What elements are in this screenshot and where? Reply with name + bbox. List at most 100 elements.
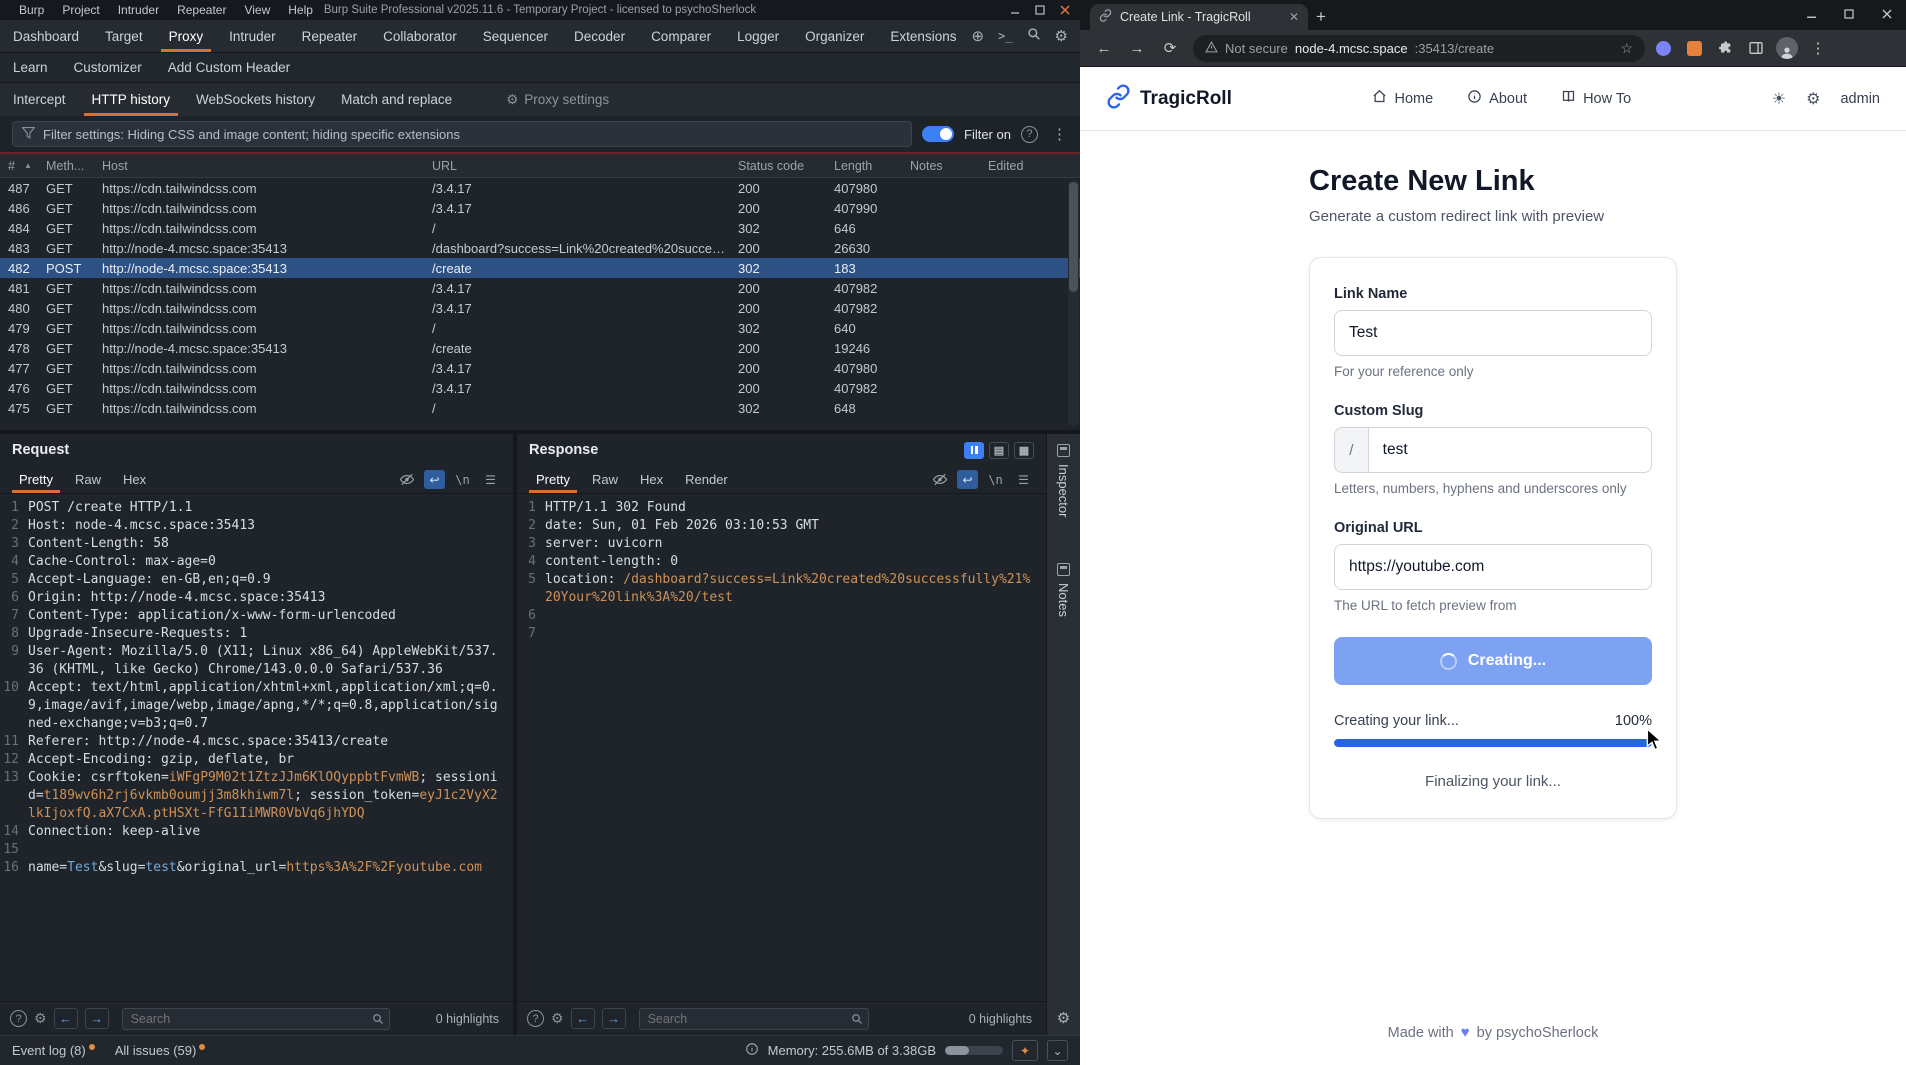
response-editor-body[interactable]: 1 HTTP/1.1 302 Found 2 date: Sun, 01 Feb 20… xyxy=(517,494,1046,1001)
proxy-tab[interactable]: Intercept xyxy=(0,83,79,116)
history-row[interactable]: 478 GET http://node-4.mcsc.space:35413 /… xyxy=(0,338,1080,358)
hide-nonprintable-icon[interactable] xyxy=(929,470,950,489)
minimize-icon[interactable] xyxy=(1010,5,1020,15)
burp-main-tab[interactable]: Decoder xyxy=(561,20,638,52)
proxy-tab[interactable]: Match and replace xyxy=(328,83,465,116)
tab-proxy-settings[interactable]: ⚙ Proxy settings xyxy=(493,83,622,116)
column-header[interactable]: Meth... xyxy=(38,159,94,173)
not-secure-label[interactable]: Not secure xyxy=(1225,41,1288,56)
column-header[interactable]: # xyxy=(0,159,38,173)
ai-button[interactable]: ✦ xyxy=(1012,1040,1038,1061)
request-search-input[interactable] xyxy=(121,1007,390,1030)
burp-secondary-tab[interactable]: Add Custom Header xyxy=(155,53,303,82)
burp-main-tab[interactable]: Intruder xyxy=(216,20,289,52)
search-settings-icon[interactable]: ⚙ xyxy=(34,1010,47,1027)
nav-home[interactable]: Home xyxy=(1372,89,1433,108)
editor-tab[interactable]: Raw xyxy=(581,466,629,493)
minimize-icon[interactable] xyxy=(1792,0,1830,28)
menu-item[interactable]: View xyxy=(235,3,279,17)
history-row[interactable]: 483 GET http://node-4.mcsc.space:35413 /… xyxy=(0,238,1080,258)
browser-menu-icon[interactable]: ⋮ xyxy=(1805,35,1831,61)
back-button[interactable]: ← xyxy=(1090,34,1118,62)
editor-menu-icon[interactable]: ☰ xyxy=(1013,470,1034,489)
side-panel-icon[interactable] xyxy=(1743,35,1769,61)
menu-item[interactable]: Help xyxy=(279,3,322,17)
tab-close-icon[interactable]: ✕ xyxy=(1289,10,1299,24)
link-name-input[interactable] xyxy=(1334,310,1652,356)
column-header[interactable]: URL xyxy=(424,159,730,173)
editor-menu-icon[interactable]: ☰ xyxy=(480,470,501,489)
tab-notes[interactable]: Notes xyxy=(1056,583,1071,617)
newline-icon[interactable]: \n xyxy=(985,470,1006,489)
history-row[interactable]: 477 GET https://cdn.tailwindcss.com /3.4… xyxy=(0,358,1080,378)
all-issues-button[interactable]: All issues (59) xyxy=(115,1043,206,1058)
editor-tab[interactable]: Pretty xyxy=(8,466,64,493)
filter-toggle[interactable] xyxy=(922,126,954,142)
globe-icon[interactable]: ⊕ xyxy=(972,27,985,45)
history-row[interactable]: 487 GET https://cdn.tailwindcss.com /3.4… xyxy=(0,178,1080,198)
close-icon[interactable] xyxy=(1060,5,1070,15)
nav-howto[interactable]: How To xyxy=(1561,89,1631,108)
help-icon[interactable]: ? xyxy=(1020,125,1038,143)
panel-gear-icon[interactable]: ⚙ xyxy=(1057,1009,1070,1027)
history-row[interactable]: 481 GET https://cdn.tailwindcss.com /3.4… xyxy=(0,278,1080,298)
filter-settings-box[interactable]: Filter settings: Hiding CSS and image co… xyxy=(12,121,912,147)
layout-horizontal-icon[interactable]: ▤ xyxy=(989,441,1009,459)
terminal-icon[interactable]: >_ xyxy=(998,29,1012,43)
table-scrollbar[interactable] xyxy=(1068,180,1079,426)
pause-updates-button[interactable] xyxy=(964,441,984,459)
burp-main-tab[interactable]: Comparer xyxy=(638,20,724,52)
burp-main-tab[interactable]: Repeater xyxy=(289,20,371,52)
hide-nonprintable-icon[interactable] xyxy=(396,470,417,489)
column-header[interactable]: Length xyxy=(826,159,902,173)
next-match-button[interactable]: → xyxy=(601,1008,626,1029)
column-header[interactable]: Host xyxy=(94,159,424,173)
create-link-button[interactable]: Creating... xyxy=(1334,637,1652,685)
history-row[interactable]: 475 GET https://cdn.tailwindcss.com / 30… xyxy=(0,398,1080,418)
search-icon[interactable] xyxy=(1027,27,1041,46)
newline-icon[interactable]: \n xyxy=(452,470,473,489)
theme-toggle-sun-icon[interactable]: ☀ xyxy=(1772,89,1786,109)
extension-icon-orange[interactable] xyxy=(1681,35,1707,61)
editor-tab[interactable]: Hex xyxy=(112,466,157,493)
search-help-icon[interactable]: ? xyxy=(527,1010,544,1027)
history-row[interactable]: 482 POST http://node-4.mcsc.space:35413 … xyxy=(0,258,1080,278)
maximize-icon[interactable] xyxy=(1035,5,1045,15)
user-admin-link[interactable]: admin xyxy=(1840,91,1880,107)
menu-item[interactable]: Intruder xyxy=(109,3,168,17)
prev-match-button[interactable]: ← xyxy=(53,1008,78,1029)
original-url-input[interactable] xyxy=(1334,544,1652,590)
maximize-icon[interactable] xyxy=(1830,0,1868,28)
editor-tab[interactable]: Raw xyxy=(64,466,112,493)
word-wrap-icon[interactable]: ↩ xyxy=(424,470,445,489)
extensions-puzzle-icon[interactable] xyxy=(1712,35,1738,61)
close-icon[interactable] xyxy=(1868,0,1906,28)
history-row[interactable]: 479 GET https://cdn.tailwindcss.com / 30… xyxy=(0,318,1080,338)
editor-tab[interactable]: Pretty xyxy=(525,466,581,493)
column-header[interactable]: Notes xyxy=(902,159,980,173)
filter-menu-icon[interactable]: ⋮ xyxy=(1052,125,1067,143)
new-tab-button[interactable]: + xyxy=(1308,4,1334,30)
menu-item[interactable]: Burp xyxy=(10,3,53,17)
burp-main-tab[interactable]: Dashboard xyxy=(0,20,92,52)
settings-gear-icon[interactable]: ⚙ xyxy=(1806,89,1820,109)
response-search-input[interactable] xyxy=(638,1007,869,1030)
word-wrap-icon[interactable]: ↩ xyxy=(957,470,978,489)
browser-tab[interactable]: Create Link - TragicRoll ✕ xyxy=(1090,4,1308,30)
bookmark-star-icon[interactable]: ☆ xyxy=(1620,40,1633,57)
burp-main-tab[interactable]: Extensions xyxy=(877,20,969,52)
request-editor-body[interactable]: 1 POST /create HTTP/1.1 2 Host: node-4.mcsc… xyxy=(0,494,513,1001)
search-settings-icon[interactable]: ⚙ xyxy=(551,1010,564,1027)
burp-main-tab[interactable]: Sequencer xyxy=(470,20,561,52)
layout-grid-icon[interactable]: ▦ xyxy=(1014,441,1034,459)
settings-gear-icon[interactable]: ⚙ xyxy=(1055,27,1068,45)
profile-avatar[interactable] xyxy=(1774,35,1800,61)
history-row[interactable]: 486 GET https://cdn.tailwindcss.com /3.4… xyxy=(0,198,1080,218)
column-header[interactable]: Edited xyxy=(980,159,1080,173)
reload-button[interactable]: ⟳ xyxy=(1156,34,1184,62)
burp-secondary-tab[interactable]: Customizer xyxy=(61,53,155,82)
burp-main-tab[interactable]: Collaborator xyxy=(370,20,470,52)
burp-main-tab[interactable]: Organizer xyxy=(792,20,877,52)
menu-item[interactable]: Repeater xyxy=(168,3,235,17)
event-log-button[interactable]: Event log (8) xyxy=(12,1043,95,1058)
